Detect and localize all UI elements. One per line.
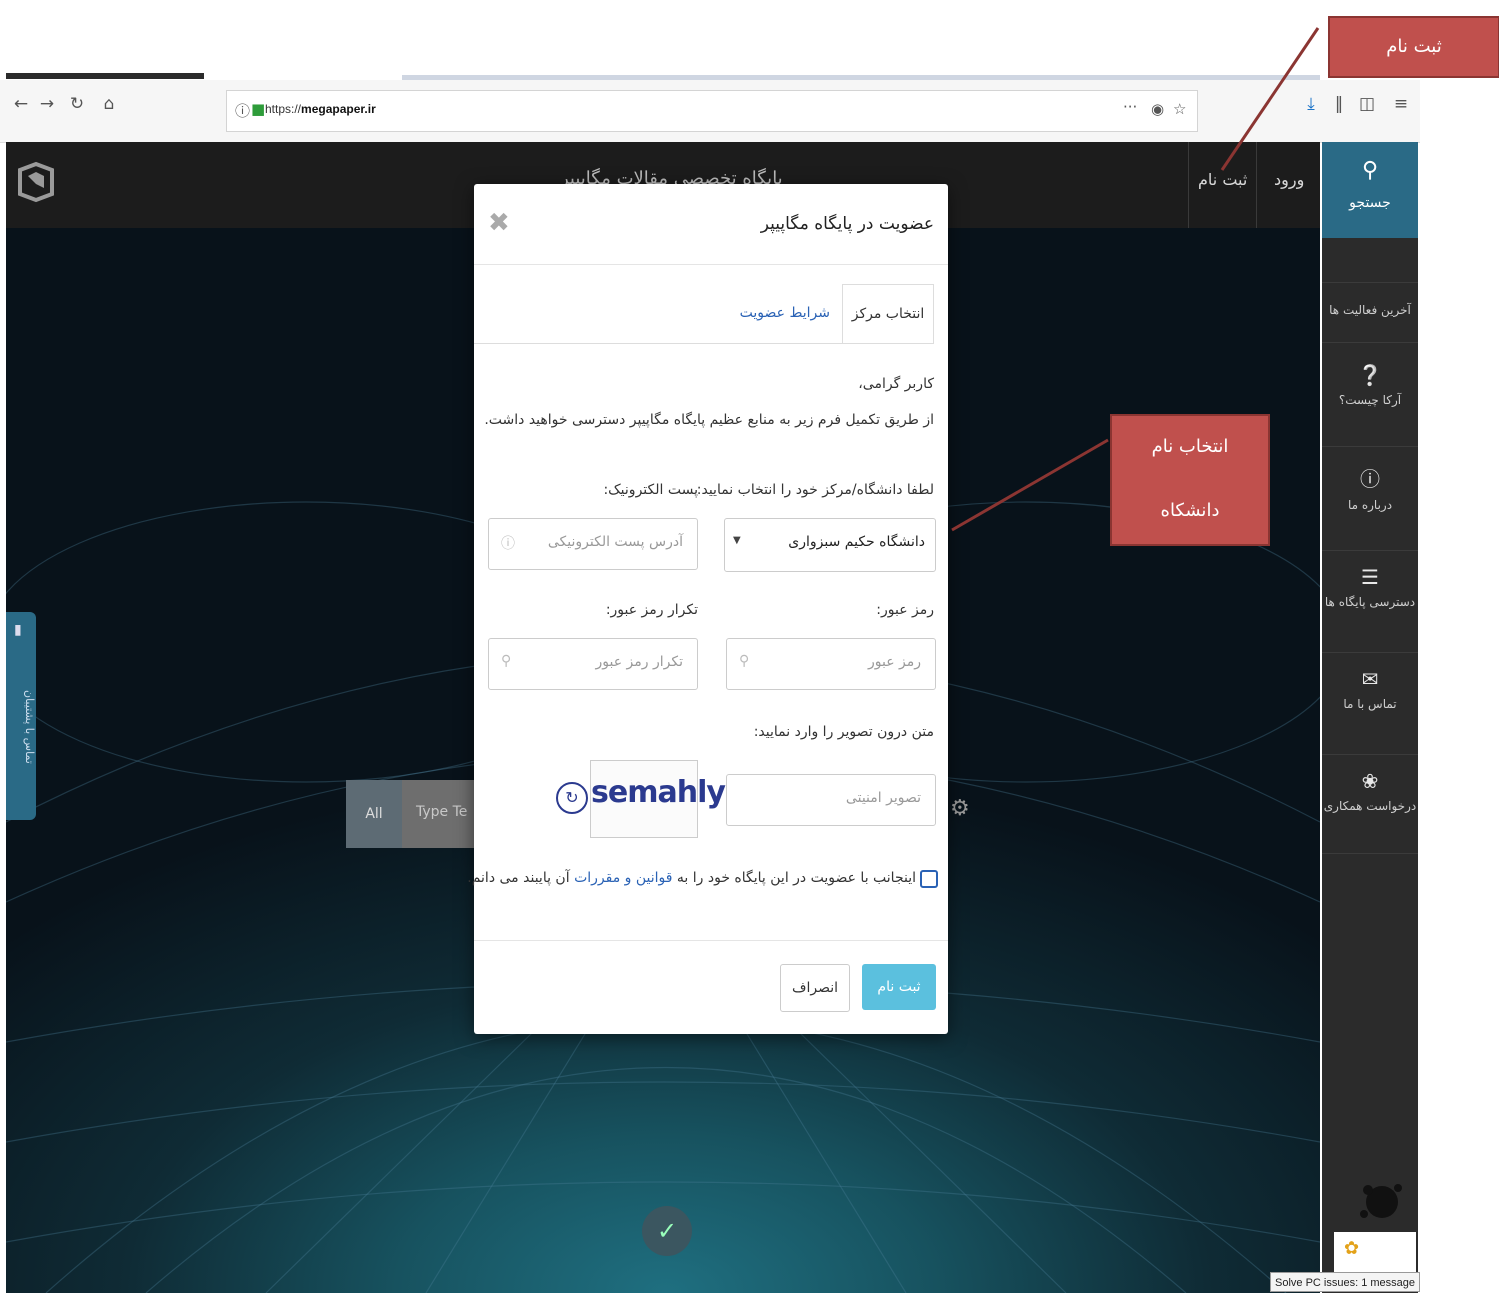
background-search-bar: All Type Te <box>346 780 476 848</box>
flower-icon: ✿ <box>1344 1238 1360 1259</box>
registration-modal: عضویت در پایگاه مگاپیپر ✖ انتخاب مرکز شر… <box>467 184 948 1034</box>
password-field[interactable]: رمز عبور ⚲ <box>726 638 936 690</box>
tab-membership-terms[interactable]: شرایط عضویت <box>740 284 830 342</box>
tab-select-center[interactable]: انتخاب مرکز <box>842 284 934 344</box>
captcha-image-text: semahly <box>591 775 726 810</box>
clipboard-icon: ▮ <box>14 622 22 638</box>
library-icon[interactable]: ‖ <box>1328 94 1350 114</box>
url-text[interactable]: https://megapaper.ir <box>265 102 376 116</box>
captcha-field[interactable]: تصویر امنیتی <box>726 774 936 826</box>
rules-link[interactable]: قوانین و مقررات <box>574 870 672 886</box>
divider <box>1188 142 1189 228</box>
search-scope-dropdown[interactable]: All <box>346 780 402 848</box>
close-icon[interactable]: ✖ <box>488 208 510 238</box>
search-icon: ⚲ <box>1361 158 1379 183</box>
back-icon[interactable]: ← <box>10 94 32 114</box>
modal-header: عضویت در پایگاه مگاپیپر ✖ <box>474 184 948 265</box>
sidebar-item-label: دسترسی پایگاه ها <box>1324 595 1416 609</box>
sidebar-item-label: آخرین فعالیت ها <box>1329 303 1411 317</box>
database-icon: ☰ <box>1361 565 1379 589</box>
search-placeholder[interactable]: Type Te <box>416 804 467 820</box>
university-select[interactable]: دانشگاه حکیم سبزواری ▼ <box>724 518 936 572</box>
annotation-line-2: دانشکاه <box>1160 500 1220 521</box>
scroll-down-logo-icon[interactable]: ✓ <box>642 1206 692 1256</box>
sidebar-icon[interactable]: ◫ <box>1356 94 1378 114</box>
annotation-register-callout: ثبت نام <box>1328 16 1499 78</box>
download-icon[interactable]: ⤓ <box>1300 94 1322 114</box>
email-placeholder: آدرس پست الکترونیکی <box>547 534 683 550</box>
sidebar-item-label: آرکا چیست؟ <box>1338 393 1402 407</box>
password-placeholder: رمز عبور <box>867 654 921 670</box>
captcha-placeholder: تصویر امنیتی <box>845 790 921 806</box>
divider <box>1256 142 1257 228</box>
envelope-icon: ✉ <box>1361 667 1379 691</box>
email-field[interactable]: آدرس پست الکترونیکی ⓘ <box>488 518 698 570</box>
gear-icon[interactable]: ⚙ <box>950 796 970 821</box>
home-icon[interactable]: ⌂ <box>98 94 120 114</box>
tabs-divider <box>474 343 934 344</box>
greeting-text: کاربر گرامی، <box>858 376 934 392</box>
menu-icon[interactable]: ≡ <box>1390 94 1412 114</box>
modal-title: عضویت در پایگاه مگاپیپر <box>760 214 934 234</box>
university-select-value: دانشگاه حکیم سبزواری <box>788 534 925 550</box>
email-label: پست الکترونیک: <box>603 482 698 498</box>
pocket-icon[interactable]: ◉ <box>1151 100 1164 118</box>
sidebar-item-search[interactable]: ⚲ جستجو <box>1322 142 1418 238</box>
info-icon: ⓘ <box>501 536 515 552</box>
sidebar-item-cooperation[interactable]: ❀ درخواست همکاری <box>1322 754 1418 854</box>
reload-icon[interactable]: ↻ <box>66 94 88 114</box>
sidebar-item-label: درباره ما <box>1347 498 1393 512</box>
cancel-button[interactable]: انصراف <box>780 964 850 1012</box>
question-icon: ❔ <box>1357 363 1383 387</box>
sidebar-item-about[interactable]: ⓘ درباره ما <box>1322 446 1418 550</box>
sidebar-item-contact[interactable]: ✉ تماس با ما <box>1322 652 1418 754</box>
captcha-label: متن درون تصویر را وارد نمایید: <box>753 724 934 740</box>
agreement-checkbox[interactable] <box>920 870 938 888</box>
sidebar-item-what-is[interactable]: ❔ آرکا چیست؟ <box>1322 342 1418 446</box>
sidebar-item-database-access[interactable]: ☰ دسترسی پایگاه ها <box>1322 550 1418 652</box>
modal-footer-divider <box>474 940 948 941</box>
handshake-icon: ❀ <box>1361 769 1379 793</box>
forward-icon[interactable]: → <box>36 94 58 114</box>
ad-graphic-icon <box>1360 1184 1402 1218</box>
password-repeat-placeholder: تکرار رمز عبور <box>595 654 683 670</box>
register-button[interactable]: ثبت نام <box>862 964 936 1010</box>
key-icon: ⚲ <box>739 653 750 669</box>
intro-text: از طریق تکمیل فرم زیر به منابع عظیم پایگ… <box>484 412 934 428</box>
ad-box[interactable]: ✿ <box>1334 1232 1416 1272</box>
university-label: لطفا دانشگاه/مرکز خود را انتخاب نمایید: <box>696 482 934 498</box>
annotation-line-1: انتخاب نام <box>1151 436 1229 457</box>
password-repeat-field[interactable]: تکرار رمز عبور ⚲ <box>488 638 698 690</box>
sidebar-item-label: درخواست همکاری <box>1323 799 1417 813</box>
info-icon[interactable]: ⓘ <box>235 100 250 121</box>
site-logo-icon[interactable] <box>14 160 58 204</box>
password-repeat-label: تکرار رمز عبور: <box>605 602 698 618</box>
annotation-university-callout: انتخاب نام دانشکاه <box>1110 414 1270 546</box>
lock-icon: ■ <box>251 100 266 118</box>
info-circle-icon: ⓘ <box>1360 467 1380 491</box>
sidebar-item-label: تماس با ما <box>1343 697 1397 711</box>
url-prefix: https:// <box>265 102 302 116</box>
page-actions-icon[interactable]: ··· <box>1123 98 1137 116</box>
ad-caption[interactable]: Solve PC issues: 1 message <box>1270 1272 1420 1292</box>
password-label: رمز عبور: <box>876 602 934 618</box>
tab-strip-active <box>6 73 204 79</box>
support-tab-label: تماس با پشتیبان <box>23 690 36 764</box>
nav-login-link[interactable]: ورود <box>1274 170 1304 189</box>
right-sidebar: ⚲ جستجو آخرین فعالیت ها ❔ آرکا چیست؟ ⓘ د… <box>1322 142 1418 1293</box>
agreement-text-start: اینجانب با عضویت در این پایگاه خود را به <box>672 870 916 886</box>
bookmark-star-icon[interactable]: ☆ <box>1173 100 1186 118</box>
refresh-icon[interactable]: ↻ <box>556 782 588 814</box>
address-bar[interactable]: ⓘ ■ https://megapaper.ir ··· ◉ ☆ <box>226 90 1198 132</box>
sidebar-item-label: جستجو <box>1349 195 1391 211</box>
support-tab[interactable]: ▮ تماس با پشتیبان <box>6 612 36 820</box>
nav-register-link[interactable]: ثبت نام <box>1198 170 1247 189</box>
agreement-text: اینجانب با عضویت در این پایگاه خود را به… <box>467 870 916 886</box>
agreement-text-end: آن پایبند می دانم. <box>467 870 575 886</box>
chevron-down-icon: ▼ <box>733 535 741 546</box>
captcha-image: semahly <box>590 760 726 838</box>
key-icon: ⚲ <box>501 653 512 669</box>
url-domain: megapaper.ir <box>301 102 376 116</box>
